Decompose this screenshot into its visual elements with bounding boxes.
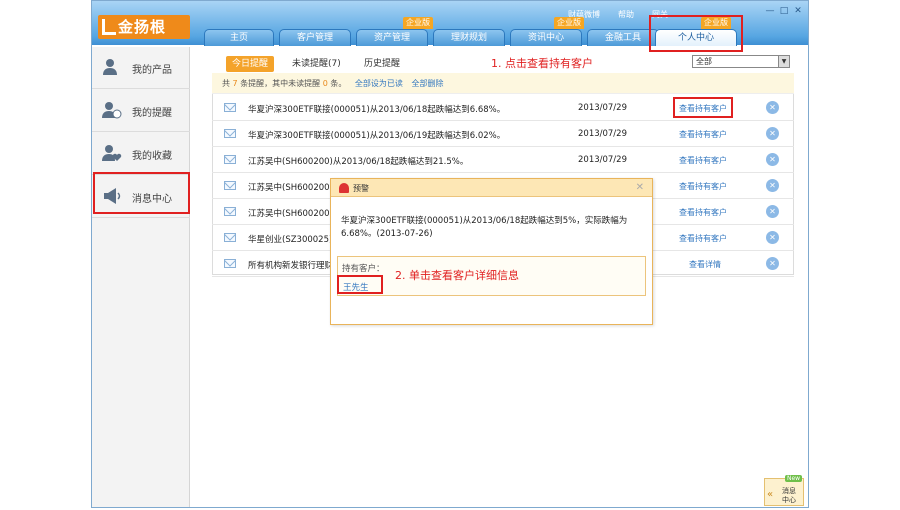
filter-value: 全部 xyxy=(696,57,712,66)
logo-icon xyxy=(102,19,116,35)
dialog-title: 预警 xyxy=(353,184,369,193)
close-icon[interactable]: ✕ xyxy=(792,5,804,17)
annotation-step2: 2. 单击查看客户详细信息 xyxy=(395,269,519,282)
minimize-icon[interactable]: — xyxy=(764,5,776,17)
maximize-icon[interactable]: □ xyxy=(778,5,790,17)
person-heart-icon xyxy=(102,145,122,161)
tab-financial-planning[interactable]: 理财规划 xyxy=(433,29,505,46)
view-holders-link[interactable]: 查看持有客户 xyxy=(679,181,727,192)
highlight-view-holders xyxy=(673,97,733,118)
help-link[interactable]: 帮助 xyxy=(618,10,634,19)
tab-customer-management[interactable]: 客户管理 xyxy=(279,29,351,46)
sidebar-item-label: 我的提醒 xyxy=(132,108,172,119)
delete-icon[interactable]: ✕ xyxy=(766,179,779,192)
envelope-icon xyxy=(224,207,236,216)
tab-history[interactable]: 历史提醒 xyxy=(358,56,406,72)
double-chevron-left-icon: « xyxy=(767,489,774,500)
delete-icon[interactable]: ✕ xyxy=(766,257,779,270)
envelope-icon xyxy=(224,155,236,164)
title-bar: 金扬根 财蕴微博 帮助 网关 — □ ✕ 主页 客户管理 资产管理 企业版 理财规划… xyxy=(92,1,808,52)
person-clock-icon xyxy=(102,102,122,119)
delete-icon[interactable]: ✕ xyxy=(766,101,779,114)
tab-asset-management[interactable]: 资产管理 xyxy=(356,29,428,46)
sidebar-item-my-reminders[interactable]: 我的提醒 xyxy=(92,90,190,132)
close-icon[interactable]: ✕ xyxy=(636,182,644,193)
enterprise-badge: 企业版 xyxy=(554,17,584,29)
new-badge: New xyxy=(785,475,803,482)
dialog-header: 预警 ✕ xyxy=(331,179,652,197)
view-holders-link[interactable]: 查看持有客户 xyxy=(679,207,727,218)
mark-all-read-link[interactable]: 全部设为已读 xyxy=(355,79,403,88)
tab-unread[interactable]: 未读提醒(7) xyxy=(286,56,347,72)
filter-select[interactable]: 全部 ▼ xyxy=(692,55,790,68)
tab-today[interactable]: 今日提醒 xyxy=(226,56,275,72)
annotation-step1: 1. 点击查看持有客户 xyxy=(491,57,593,70)
highlight-message-center xyxy=(93,172,190,214)
envelope-icon xyxy=(224,259,236,268)
delete-icon[interactable]: ✕ xyxy=(766,153,779,166)
bell-icon xyxy=(339,183,349,193)
delete-icon[interactable]: ✕ xyxy=(766,205,779,218)
highlight-customer xyxy=(337,275,383,294)
view-holders-link[interactable]: 查看持有客户 xyxy=(679,155,727,166)
message-center-label: 消息中心 xyxy=(782,487,796,504)
dialog-message: 华夏沪深300ETF联接(000051)从2013/06/18起跌幅达到5%，实… xyxy=(341,216,628,239)
envelope-icon xyxy=(224,103,236,112)
sidebar-item-label: 我的产品 xyxy=(132,65,172,76)
alert-dialog: 预警 ✕ 华夏沪深300ETF联接(000051)从2013/06/18起跌幅达… xyxy=(330,178,653,325)
envelope-icon xyxy=(224,129,236,138)
person-icon xyxy=(103,59,117,75)
highlight-personal-center xyxy=(649,15,743,52)
sidebar-item-my-favorites[interactable]: 我的收藏 xyxy=(92,133,190,175)
app-logo: 金扬根 xyxy=(98,15,190,39)
table-row: 江苏吴中(SH600200)从2013/06/18起跌幅达到21.5%。 2013… xyxy=(212,147,794,173)
enterprise-badge: 企业版 xyxy=(403,17,433,29)
envelope-icon xyxy=(224,233,236,242)
view-details-link[interactable]: 查看详情 xyxy=(689,259,721,270)
envelope-icon xyxy=(224,181,236,190)
delete-icon[interactable]: ✕ xyxy=(766,231,779,244)
table-row: 华夏沪深300ETF联接(000051)从2013/06/19起跌幅达到6.02… xyxy=(212,121,794,147)
view-holders-link[interactable]: 查看持有客户 xyxy=(679,233,727,244)
sidebar: 我的产品 我的提醒 我的收藏 消息中心 xyxy=(92,47,190,507)
sidebar-item-label: 我的收藏 xyxy=(132,151,172,162)
delete-all-link[interactable]: 全部删除 xyxy=(411,79,443,88)
tab-home[interactable]: 主页 xyxy=(204,29,274,46)
view-holders-link[interactable]: 查看持有客户 xyxy=(679,129,727,140)
message-center-button[interactable]: « New 消息中心 xyxy=(764,475,804,506)
reminder-summary: 共 7 条提醒，其中未读提醒 0 条。 全部设为已读 全部删除 xyxy=(212,73,794,94)
holders-label: 持有客户： xyxy=(342,264,385,274)
delete-icon[interactable]: ✕ xyxy=(766,127,779,140)
tab-info-center[interactable]: 资讯中心 xyxy=(510,29,582,46)
sidebar-item-my-products[interactable]: 我的产品 xyxy=(92,47,190,89)
dropdown-arrow-icon[interactable]: ▼ xyxy=(778,56,789,67)
